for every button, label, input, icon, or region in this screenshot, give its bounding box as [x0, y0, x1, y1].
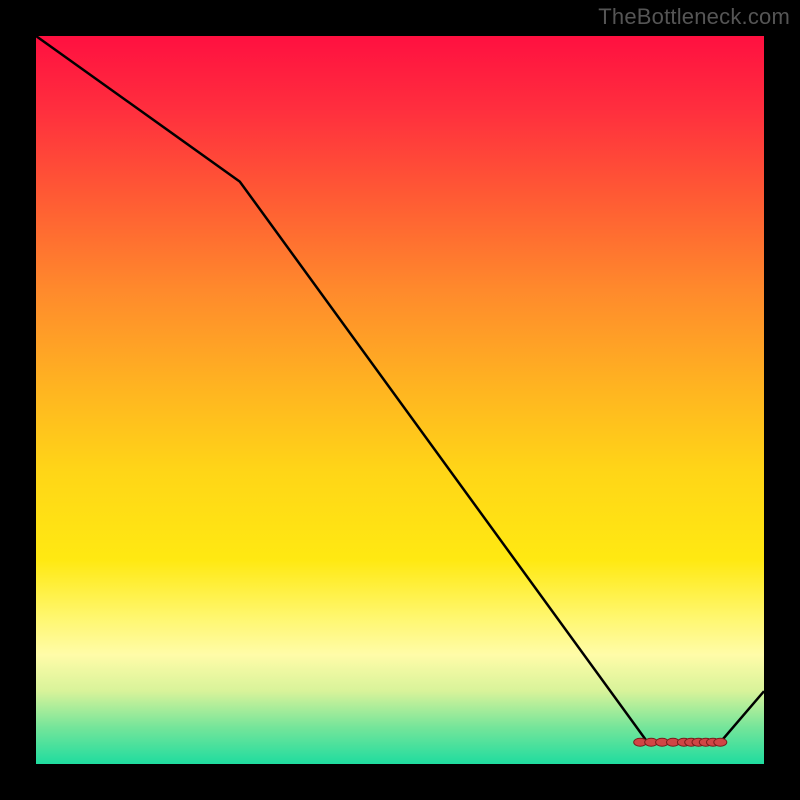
optimum-markers [634, 738, 727, 746]
bottleneck-curve [36, 36, 764, 742]
plot-area [36, 36, 764, 764]
optimum-marker [714, 738, 727, 746]
chart-overlay [36, 36, 764, 764]
chart-frame: TheBottleneck.com [0, 0, 800, 800]
watermark-text: TheBottleneck.com [598, 4, 790, 30]
